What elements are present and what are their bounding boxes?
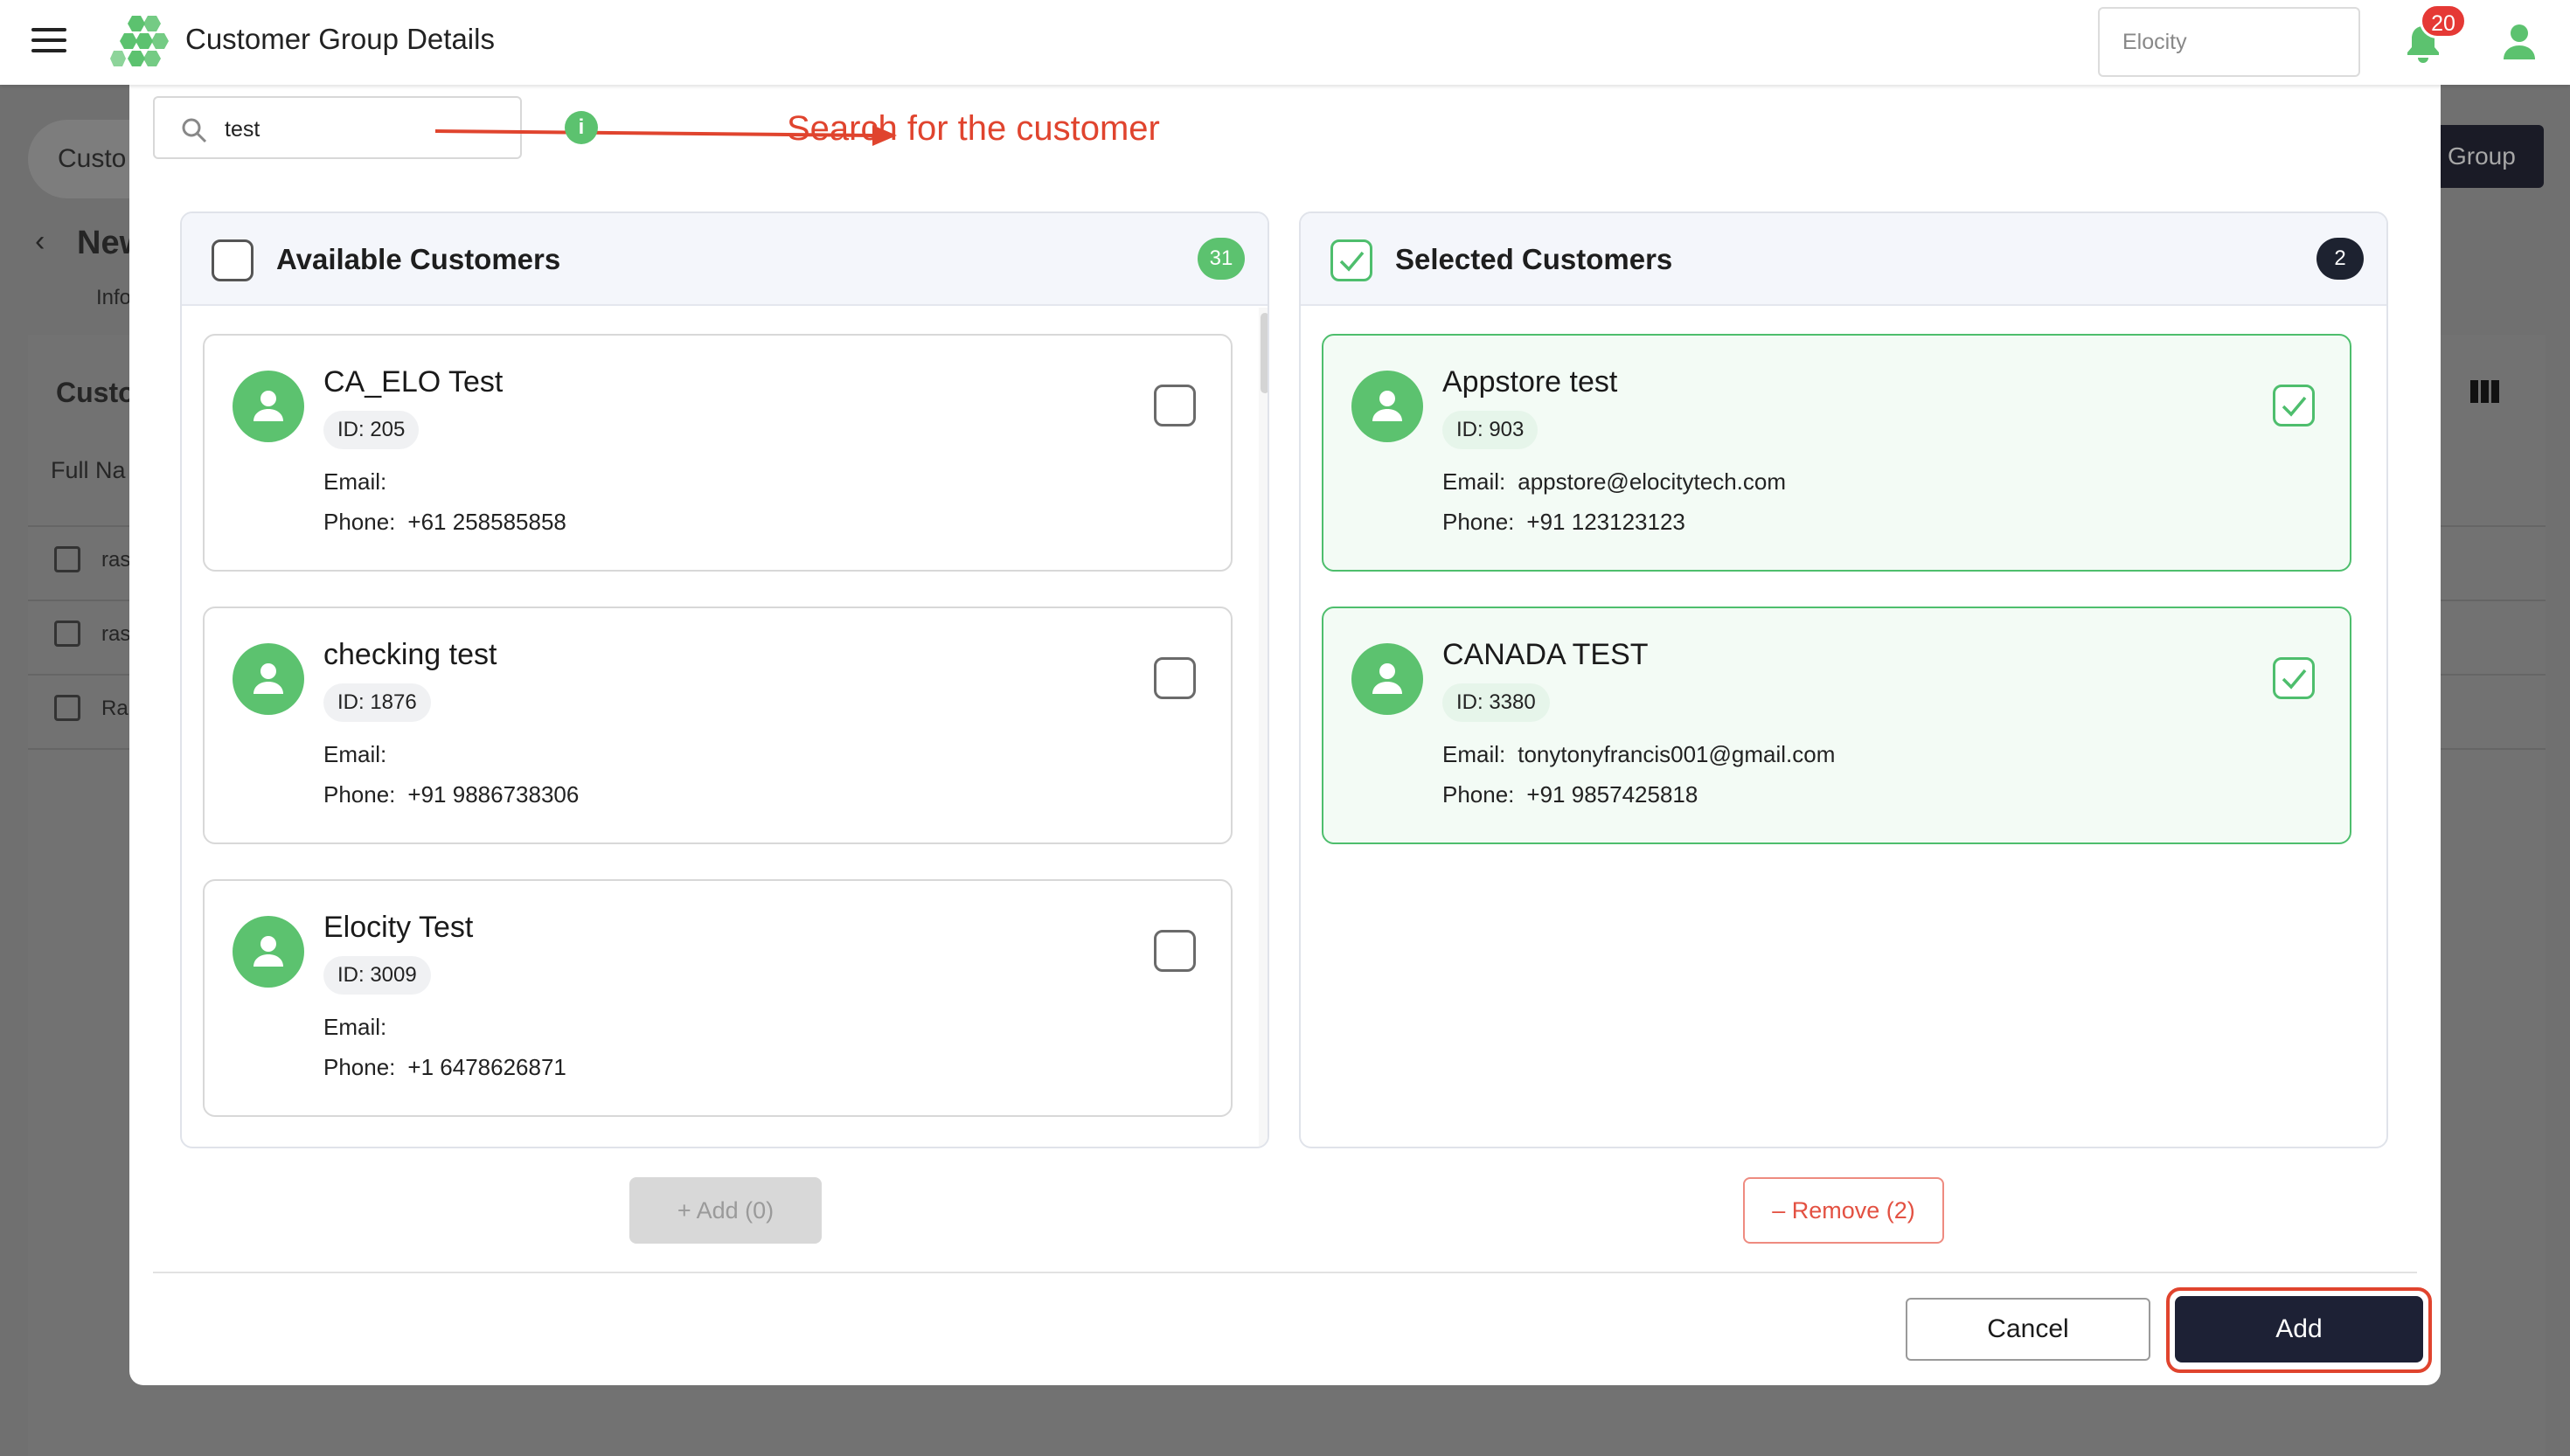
customer-id-chip: ID: 205 xyxy=(323,411,420,449)
bg-back-chevron-icon: ‹ xyxy=(35,225,45,258)
customer-avatar-icon xyxy=(1351,371,1423,442)
customer-id-chip: ID: 1876 xyxy=(323,683,431,722)
phone-label: Phone: xyxy=(1442,509,1515,535)
phone-label: Phone: xyxy=(1442,781,1515,808)
annotation-callout: Search for the customer xyxy=(787,109,1160,148)
customer-avatar-icon xyxy=(233,643,304,715)
customer-name: CA_ELO Test xyxy=(323,365,504,399)
customer-email: appstore@elocitytech.com xyxy=(1518,468,1787,495)
bg-row-text: ras xyxy=(101,548,131,572)
available-panel-title: Available Customers xyxy=(276,243,561,275)
customer-phone-row: Phone: +91 123123123 xyxy=(1442,509,1685,536)
bg-row-checkbox xyxy=(54,546,80,572)
customer-card[interactable]: Elocity Test ID: 3009 Email: Phone: +1 64… xyxy=(203,879,1233,1117)
cancel-button[interactable]: Cancel xyxy=(1906,1298,2150,1361)
customer-avatar-icon xyxy=(233,371,304,442)
customer-name: checking test xyxy=(323,638,497,671)
available-panel-header: Available Customers 31 xyxy=(182,213,1268,306)
customer-select-checkbox[interactable] xyxy=(1154,657,1196,699)
customer-id-chip: ID: 3380 xyxy=(1442,683,1550,722)
email-label: Email: xyxy=(1442,741,1506,767)
customer-id-chip: ID: 903 xyxy=(1442,411,1539,449)
selected-panel-title: Selected Customers xyxy=(1395,243,1673,275)
bg-section-title: Custo xyxy=(56,377,135,408)
footer-divider xyxy=(153,1272,2417,1273)
bg-row-text: Ra xyxy=(101,697,128,720)
customer-selected-checkbox[interactable] xyxy=(2273,657,2315,699)
add-selected-button[interactable]: + Add (0) xyxy=(629,1177,822,1244)
bg-row-checkbox xyxy=(54,621,80,647)
selected-customers-panel: Selected Customers 2 Appstore test ID: 9… xyxy=(1299,211,2388,1148)
customer-phone-row: Phone: +91 9857425818 xyxy=(1442,781,1698,808)
customer-phone-row: Phone: +91 9886738306 xyxy=(323,781,579,808)
customer-email: tonytonyfrancis001@gmail.com xyxy=(1518,741,1836,767)
add-customers-modal: i Search for the customer Available Cust… xyxy=(129,85,2441,1385)
info-icon[interactable]: i xyxy=(565,111,598,144)
customer-phone: +1 6478626871 xyxy=(407,1054,566,1080)
customer-email-row: Email: xyxy=(323,741,399,768)
notification-count-badge: 20 xyxy=(2420,3,2467,38)
selected-panel-header: Selected Customers 2 xyxy=(1301,213,2386,306)
bg-row-checkbox xyxy=(54,695,80,721)
checkmark-icon xyxy=(2282,669,2307,690)
customer-selected-checkbox[interactable] xyxy=(2273,385,2315,426)
page-title: Customer Group Details xyxy=(185,23,495,55)
tenant-selector[interactable]: Elocity xyxy=(2098,7,2360,77)
remove-selected-button[interactable]: – Remove (2) xyxy=(1743,1177,1944,1244)
available-customers-panel: Available Customers 31 CA_ELO Test ID: 2… xyxy=(180,211,1269,1148)
checkmark-icon xyxy=(2282,396,2307,417)
select-all-available-checkbox[interactable] xyxy=(212,239,254,281)
customer-card[interactable]: checking test ID: 1876 Email: Phone: +91 … xyxy=(203,607,1233,844)
customer-phone-row: Phone: +61 258585858 xyxy=(323,509,566,536)
selected-count-badge: 2 xyxy=(2316,238,2364,280)
customer-name: CANADA TEST xyxy=(1442,638,1649,671)
phone-label: Phone: xyxy=(323,781,396,808)
hamburger-menu-icon[interactable] xyxy=(31,28,66,54)
app-logo-icon xyxy=(110,16,169,66)
bg-info-tab: Info xyxy=(96,286,132,309)
customer-phone: +91 9886738306 xyxy=(407,781,580,808)
checkmark-icon xyxy=(1339,251,1365,272)
email-label: Email: xyxy=(323,468,387,495)
add-button[interactable]: Add xyxy=(2175,1296,2423,1362)
customer-email-row: Email: tonytonyfrancis001@gmail.com xyxy=(1442,741,1835,768)
customer-avatar-icon xyxy=(233,916,304,988)
bg-column-header: Full Na xyxy=(51,457,126,483)
customer-card[interactable]: CA_ELO Test ID: 205 Email: Phone: +61 258… xyxy=(203,334,1233,572)
customer-phone: +61 258585858 xyxy=(407,509,566,535)
customer-email-row: Email: xyxy=(323,1014,399,1041)
top-app-bar: Customer Group Details Elocity 20 xyxy=(0,0,2570,85)
selected-customer-card[interactable]: CANADA TEST ID: 3380 Email: tonytonyfranc… xyxy=(1322,607,2351,844)
available-list-scrollbar[interactable] xyxy=(1259,308,1268,1147)
search-icon xyxy=(182,118,207,143)
customer-select-checkbox[interactable] xyxy=(1154,385,1196,426)
customer-email-row: Email: appstore@elocitytech.com xyxy=(1442,468,1786,496)
email-label: Email: xyxy=(323,1014,387,1040)
bg-columns-icon xyxy=(2470,380,2499,403)
select-all-selected-checkbox[interactable] xyxy=(1330,239,1372,281)
bg-row-text: ras xyxy=(101,622,131,646)
customer-id-chip: ID: 3009 xyxy=(323,956,431,995)
customer-phone: +91 9857425818 xyxy=(1526,781,1698,808)
customer-phone-row: Phone: +1 6478626871 xyxy=(323,1054,566,1081)
customer-select-checkbox[interactable] xyxy=(1154,930,1196,972)
selected-customer-card[interactable]: Appstore test ID: 903 Email: appstore@elo… xyxy=(1322,334,2351,572)
email-label: Email: xyxy=(323,741,387,767)
scrollbar-thumb[interactable] xyxy=(1261,313,1268,393)
email-label: Email: xyxy=(1442,468,1506,495)
customer-name: Appstore test xyxy=(1442,365,1618,399)
phone-label: Phone: xyxy=(323,509,396,535)
phone-label: Phone: xyxy=(323,1054,396,1080)
available-count-badge: 31 xyxy=(1198,238,1245,280)
customer-avatar-icon xyxy=(1351,643,1423,715)
user-profile-icon[interactable] xyxy=(2502,23,2537,61)
customer-email-row: Email: xyxy=(323,468,399,496)
bg-group-button: Group xyxy=(2430,125,2544,188)
customer-phone: +91 123123123 xyxy=(1526,509,1685,535)
customer-name: Elocity Test xyxy=(323,911,474,944)
